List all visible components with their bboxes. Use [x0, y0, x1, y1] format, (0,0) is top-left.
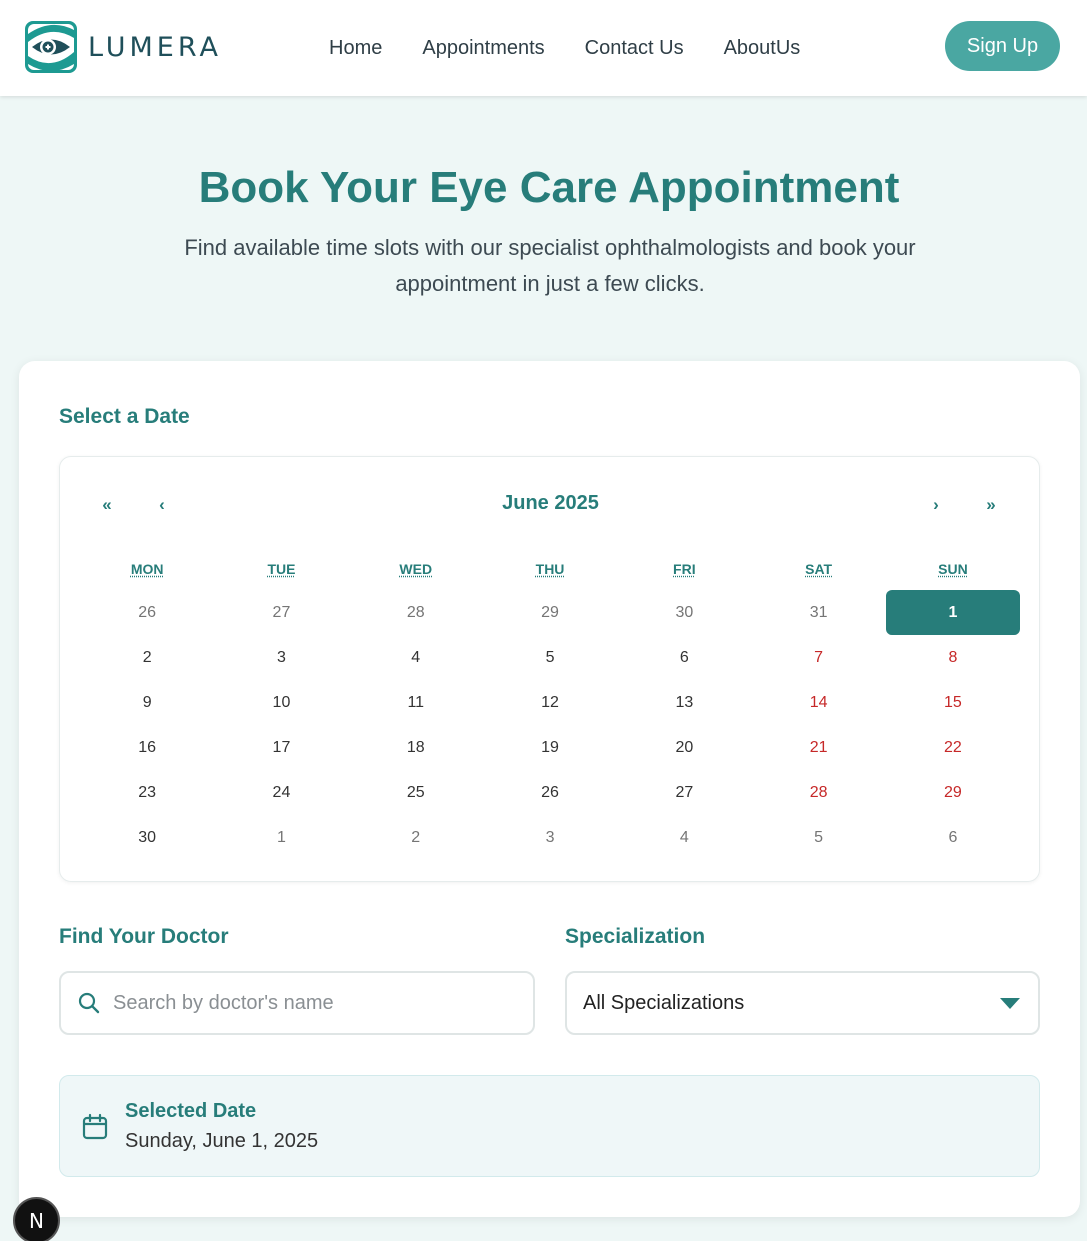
calendar-day[interactable]: 20	[617, 725, 751, 770]
calendar-day[interactable]: 16	[80, 725, 214, 770]
selected-date-panel: Selected Date Sunday, June 1, 2025	[59, 1075, 1040, 1177]
calendar-month-label: June 2025	[502, 492, 599, 514]
calendar-days: 26 27 28 29 30 31 1 2 3 4 5 6 7 8 9 10 1…	[80, 590, 1021, 860]
search-icon	[78, 992, 100, 1014]
calendar-day[interactable]: 30	[80, 815, 214, 860]
calendar-day[interactable]: 10	[214, 680, 348, 725]
calendar-day[interactable]: 2	[80, 635, 214, 680]
calendar-icon	[82, 1113, 108, 1140]
calendar-day[interactable]: 11	[349, 680, 483, 725]
calendar-day[interactable]: 27	[214, 590, 348, 635]
brand-logo[interactable]: LUMERA	[24, 20, 222, 74]
nav-about-us[interactable]: AboutUs	[724, 37, 801, 60]
calendar-day[interactable]: 23	[80, 770, 214, 815]
calendar-day-selected[interactable]: 1	[885, 590, 1021, 635]
brand-name: LUMERA	[88, 31, 222, 63]
calendar-day[interactable]: 26	[80, 590, 214, 635]
calendar-day[interactable]: 7	[751, 635, 885, 680]
calendar-day[interactable]: 25	[349, 770, 483, 815]
calendar-day[interactable]: 1	[214, 815, 348, 860]
next-month-button[interactable]: ›	[924, 495, 948, 515]
site-header: LUMERA Home Appointments Contact Us Abou…	[0, 0, 1087, 96]
calendar-day[interactable]: 12	[483, 680, 617, 725]
calendar-day[interactable]: 24	[214, 770, 348, 815]
main-nav: Home Appointments Contact Us AboutUs	[309, 0, 820, 96]
weekday-tue: TUE	[267, 561, 296, 577]
selected-date-value: Sunday, June 1, 2025	[125, 1130, 319, 1152]
calendar-day[interactable]: 28	[751, 770, 885, 815]
calendar-day[interactable]: 29	[483, 590, 617, 635]
calendar-day[interactable]: 18	[349, 725, 483, 770]
dev-tools-badge[interactable]: N	[13, 1197, 60, 1241]
find-doctor-label: Find Your Doctor	[59, 925, 229, 948]
specialization-selected-value: All Specializations	[583, 991, 745, 1014]
calendar-day[interactable]: 6	[617, 635, 751, 680]
calendar-day[interactable]: 21	[751, 725, 885, 770]
calendar-day[interactable]: 17	[214, 725, 348, 770]
doctor-search-input[interactable]	[113, 991, 513, 1015]
weekday-header: MON TUE WED THU FRI SAT SUN	[80, 561, 1020, 577]
page-subtitle: Find available time slots with our speci…	[184, 235, 916, 296]
weekday-mon: MON	[130, 561, 164, 577]
calendar-day[interactable]: 30	[617, 590, 751, 635]
calendar-day[interactable]: 15	[886, 680, 1020, 725]
eye-logo-icon	[25, 21, 77, 73]
caret-down-icon	[1000, 997, 1020, 1009]
calendar-day[interactable]: 2	[349, 815, 483, 860]
select-date-label: Select a Date	[59, 405, 190, 428]
weekday-wed: WED	[399, 561, 433, 577]
calendar-day[interactable]: 5	[483, 635, 617, 680]
calendar: « ‹ June 2025 › » MON TUE WED THU FRI SA…	[59, 456, 1040, 882]
calendar-day[interactable]: 22	[886, 725, 1020, 770]
calendar-day[interactable]: 14	[751, 680, 885, 725]
calendar-day[interactable]: 8	[886, 635, 1020, 680]
selected-date-label: Selected Date	[125, 1100, 257, 1122]
last-month-button[interactable]: »	[979, 495, 1003, 515]
calendar-day[interactable]: 6	[886, 815, 1020, 860]
calendar-day[interactable]: 4	[349, 635, 483, 680]
booking-card: Select a Date « ‹ June 2025 › » MON TUE …	[19, 361, 1080, 1217]
calendar-day[interactable]: 28	[349, 590, 483, 635]
calendar-day[interactable]: 26	[483, 770, 617, 815]
weekday-sun: SUN	[938, 561, 968, 577]
specialization-select[interactable]: All Specializations	[565, 971, 1040, 1035]
calendar-day[interactable]: 29	[886, 770, 1020, 815]
calendar-day[interactable]: 4	[617, 815, 751, 860]
nav-appointments[interactable]: Appointments	[422, 37, 544, 60]
weekday-sat: SAT	[805, 561, 833, 577]
nav-contact-us[interactable]: Contact Us	[585, 37, 684, 60]
calendar-day[interactable]: 13	[617, 680, 751, 725]
doctor-search-box	[59, 971, 535, 1035]
calendar-day[interactable]: 3	[214, 635, 348, 680]
page-title: Book Your Eye Care Appointment	[198, 163, 900, 212]
sign-up-button[interactable]: Sign Up	[945, 21, 1060, 71]
specialization-label: Specialization	[565, 925, 706, 948]
calendar-day[interactable]: 9	[80, 680, 214, 725]
calendar-day[interactable]: 3	[483, 815, 617, 860]
weekday-fri: FRI	[673, 561, 696, 577]
weekday-thu: THU	[535, 561, 565, 577]
calendar-day[interactable]: 31	[751, 590, 885, 635]
nav-home[interactable]: Home	[329, 37, 382, 60]
calendar-day[interactable]: 19	[483, 725, 617, 770]
calendar-day[interactable]: 5	[751, 815, 885, 860]
calendar-day[interactable]: 27	[617, 770, 751, 815]
